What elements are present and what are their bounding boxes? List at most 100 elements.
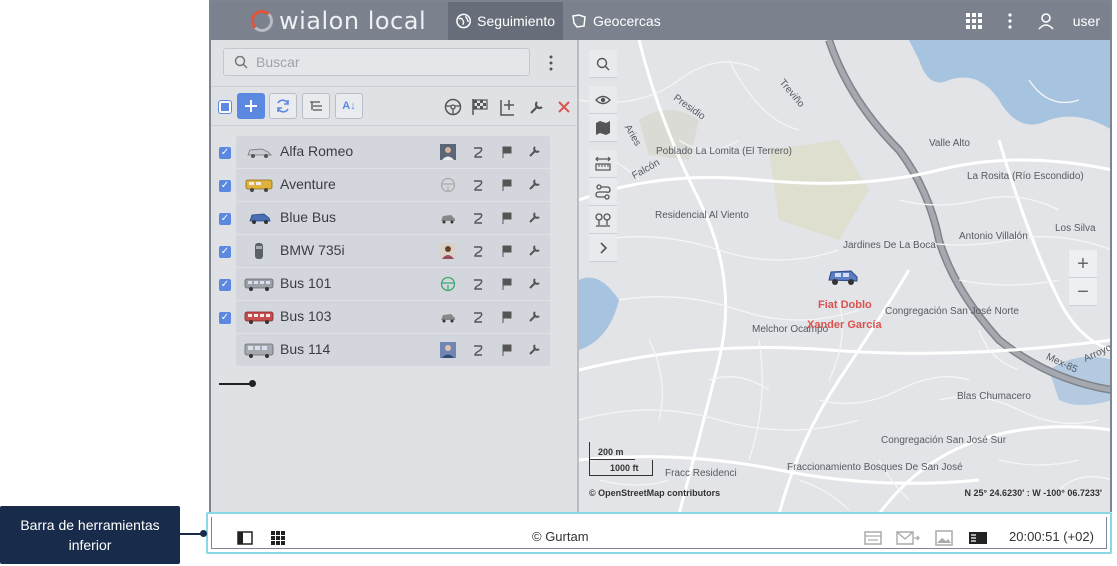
map-label: Fraccionamiento Bosques De San José bbox=[787, 462, 963, 473]
unit-checkbox[interactable]: ✓ bbox=[219, 246, 231, 258]
select-all-checkbox[interactable] bbox=[219, 101, 231, 113]
search-icon bbox=[596, 57, 610, 70]
trips-icon[interactable] bbox=[472, 145, 484, 159]
wrench-icon[interactable] bbox=[529, 244, 541, 256]
unit-row-body[interactable]: Aventure bbox=[236, 169, 550, 201]
flag-icon[interactable] bbox=[502, 311, 512, 323]
user-icon[interactable] bbox=[1037, 12, 1055, 30]
driver-photo-icon[interactable] bbox=[440, 243, 456, 259]
map-attribution[interactable]: © OpenStreetMap contributors bbox=[589, 488, 720, 498]
tab-geocercas[interactable]: Geocercas bbox=[563, 2, 673, 40]
steering-wheel-icon[interactable] bbox=[440, 177, 456, 193]
measure-button[interactable] bbox=[589, 150, 617, 178]
unit-checkbox[interactable]: ✓ bbox=[219, 147, 231, 159]
unit-checkbox[interactable]: ✓ bbox=[219, 279, 231, 291]
map-search-button[interactable] bbox=[589, 50, 617, 78]
unit-marker-icon[interactable] bbox=[826, 266, 860, 288]
unit-row-aventure[interactable]: ✓ Aventure bbox=[211, 169, 577, 201]
trips-icon[interactable] bbox=[472, 277, 484, 291]
unit-row-bus-103[interactable]: ✓ Bus 103 bbox=[211, 301, 577, 333]
driver-photo-icon[interactable] bbox=[440, 342, 456, 358]
unit-row-body[interactable]: Bus 103 bbox=[236, 301, 550, 333]
bottom-toolbar-inner: © Gurtam 20:00:51 (+02) bbox=[211, 517, 1107, 549]
trips-icon[interactable] bbox=[472, 178, 484, 192]
unit-row-alfa-romeo[interactable]: ✓ Alfa Romeo bbox=[211, 136, 577, 168]
wialon-app-window: wialon local Seguimiento Geocercas user bbox=[209, 0, 1112, 512]
apps-grid-icon[interactable] bbox=[271, 531, 285, 545]
wrench-icon[interactable] bbox=[529, 277, 541, 289]
list-options-icon[interactable] bbox=[545, 54, 557, 72]
unit-row-body[interactable]: Bus 101 bbox=[236, 268, 550, 300]
unit-row-body[interactable]: Alfa Romeo bbox=[236, 136, 550, 168]
scale-metric: 200 m bbox=[589, 442, 635, 460]
map-label: Poblado La Lomita (El Terrero) bbox=[656, 146, 792, 157]
tab-seguimiento[interactable]: Seguimiento bbox=[448, 2, 563, 40]
group-tree-button[interactable] bbox=[302, 93, 330, 119]
zoom-in-button[interactable]: + bbox=[1069, 250, 1097, 278]
wialon-logo[interactable]: wialon local bbox=[251, 6, 451, 36]
blue-car-icon bbox=[249, 213, 271, 224]
zoom-out-button[interactable]: − bbox=[1069, 278, 1097, 306]
flag-icon[interactable] bbox=[502, 278, 512, 290]
search-input[interactable] bbox=[256, 54, 496, 70]
apps-grid-icon[interactable] bbox=[965, 12, 983, 30]
wrench-icon[interactable] bbox=[527, 97, 547, 117]
unit-checkbox[interactable]: ✓ bbox=[219, 312, 231, 324]
flag-icon[interactable] bbox=[502, 344, 512, 356]
unit-row-blue-bus[interactable]: ✓ Blue Bus bbox=[211, 202, 577, 234]
wrench-icon[interactable] bbox=[529, 145, 541, 157]
wrench-icon[interactable] bbox=[529, 211, 541, 223]
driver-photo-icon[interactable] bbox=[440, 144, 456, 160]
unit-row-body[interactable]: Blue Bus bbox=[236, 202, 550, 234]
callout-connector-dot bbox=[200, 530, 207, 537]
wrench-icon[interactable] bbox=[529, 343, 541, 355]
flag-icon[interactable] bbox=[502, 212, 512, 224]
more-vertical-icon[interactable] bbox=[1001, 12, 1019, 30]
unit-row-body[interactable]: Bus 114 bbox=[236, 334, 550, 366]
points-button[interactable] bbox=[589, 206, 617, 234]
unit-row-bmw-735i[interactable]: ✓ BMW 735i bbox=[211, 235, 577, 267]
add-units-button[interactable] bbox=[237, 93, 265, 119]
unit-map-label: Fiat Doblo bbox=[818, 299, 872, 311]
checkered-flag-icon[interactable] bbox=[470, 97, 490, 117]
trips-icon[interactable] bbox=[472, 310, 484, 324]
add-command-icon[interactable] bbox=[498, 97, 518, 117]
map-view[interactable]: Presidio Treviño Aries Falcón Poblado La… bbox=[579, 40, 1110, 512]
flag-icon[interactable] bbox=[502, 245, 512, 257]
wrench-icon[interactable] bbox=[529, 310, 541, 322]
cursor-coordinates: N 25° 24.6230' : W -100° 06.7233' bbox=[964, 488, 1102, 498]
unit-checkbox[interactable]: ✓ bbox=[219, 180, 231, 192]
car-small-icon[interactable] bbox=[440, 309, 456, 325]
visibility-button[interactable] bbox=[589, 86, 617, 114]
delete-icon[interactable] bbox=[554, 97, 574, 117]
unit-row-body[interactable]: BMW 735i bbox=[236, 235, 550, 267]
unit-row-bus-114[interactable]: Bus 114 bbox=[211, 334, 577, 366]
steering-wheel-green-icon[interactable] bbox=[440, 276, 456, 292]
wrench-icon[interactable] bbox=[529, 178, 541, 190]
flag-icon[interactable] bbox=[502, 179, 512, 191]
sort-button[interactable]: A↓ bbox=[335, 93, 363, 119]
toggle-panel-icon[interactable] bbox=[237, 531, 253, 545]
unit-row-bus-101[interactable]: ✓ Bus 101 bbox=[211, 268, 577, 300]
unit-name: Blue Bus bbox=[280, 209, 337, 225]
refresh-button[interactable] bbox=[269, 93, 297, 119]
user-name[interactable]: user bbox=[1073, 13, 1100, 29]
map-layers-button[interactable] bbox=[589, 114, 617, 142]
geofence-icon bbox=[572, 14, 586, 28]
image-icon[interactable] bbox=[935, 529, 953, 547]
expand-tools-button[interactable] bbox=[589, 234, 617, 262]
trips-icon[interactable] bbox=[472, 211, 484, 225]
flag-icon[interactable] bbox=[502, 146, 512, 158]
unit-checkbox[interactable]: ✓ bbox=[219, 213, 231, 225]
trips-icon[interactable] bbox=[472, 343, 484, 357]
map-label: Antonio Villalón bbox=[959, 231, 1028, 242]
route-button[interactable] bbox=[589, 178, 617, 206]
car-small-icon[interactable] bbox=[440, 210, 456, 226]
trips-icon[interactable] bbox=[472, 244, 484, 258]
display-mode-icon[interactable] bbox=[968, 529, 988, 547]
driver-column-icon[interactable] bbox=[443, 97, 463, 117]
messages-icon[interactable] bbox=[896, 529, 920, 547]
notifications-icon[interactable] bbox=[864, 529, 882, 547]
refresh-icon bbox=[277, 99, 289, 113]
eye-icon bbox=[595, 95, 611, 104]
